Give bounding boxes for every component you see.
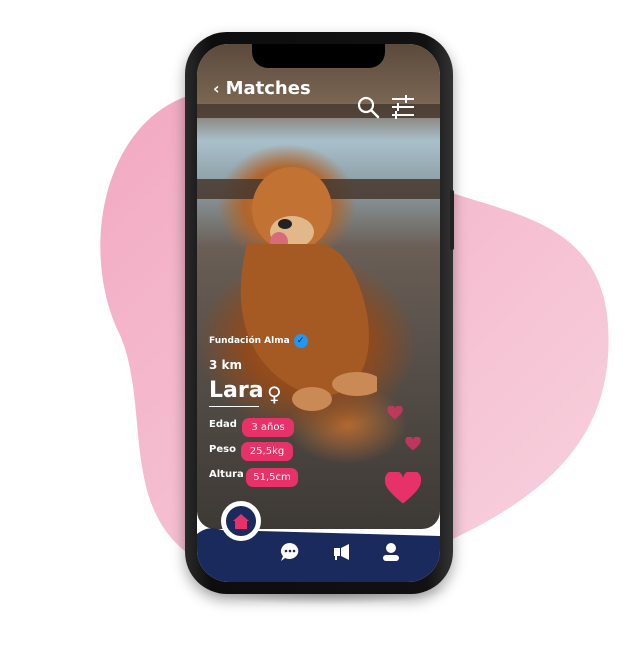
profile-icon[interactable]	[380, 541, 402, 563]
attr-label-age: Edad	[209, 419, 237, 430]
nav-home-button[interactable]	[221, 501, 261, 541]
shelter-row[interactable]: Fundación Alma ✓	[209, 334, 308, 348]
name-underline	[209, 406, 259, 407]
dog-silhouette	[240, 167, 377, 411]
attr-value-age: 3 años	[242, 418, 294, 437]
phone-notch	[252, 44, 385, 68]
floating-heart-icon	[405, 437, 421, 451]
distance: 3 km	[209, 358, 243, 372]
attr-value-weight: 25,5kg	[241, 442, 293, 461]
chevron-left-icon: ‹	[213, 79, 220, 98]
phone-screen: ‹ Matches Fundación Alma ✓ 3 km Lara ♀ E…	[197, 44, 440, 582]
page-title: Matches	[225, 78, 311, 99]
filter-icon[interactable]	[390, 94, 416, 120]
chat-icon[interactable]	[279, 541, 301, 563]
megaphone-icon[interactable]	[331, 541, 353, 563]
female-icon: ♀	[267, 382, 282, 406]
floating-heart-icon	[387, 406, 403, 420]
like-heart-button[interactable]	[385, 472, 421, 505]
attr-label-weight: Peso	[209, 444, 236, 455]
phone-side-button	[450, 190, 454, 250]
search-icon[interactable]	[355, 94, 381, 120]
shelter-name: Fundación Alma	[209, 336, 290, 346]
pet-name: Lara	[209, 378, 264, 403]
home-icon	[233, 513, 249, 529]
attr-value-height: 51,5cm	[246, 468, 298, 487]
attr-label-height: Altura	[209, 469, 244, 480]
verified-icon: ✓	[293, 334, 308, 348]
dog-photo: ‹ Matches Fundación Alma ✓ 3 km Lara ♀ E…	[197, 44, 440, 529]
back-button[interactable]: ‹ Matches	[213, 78, 311, 99]
